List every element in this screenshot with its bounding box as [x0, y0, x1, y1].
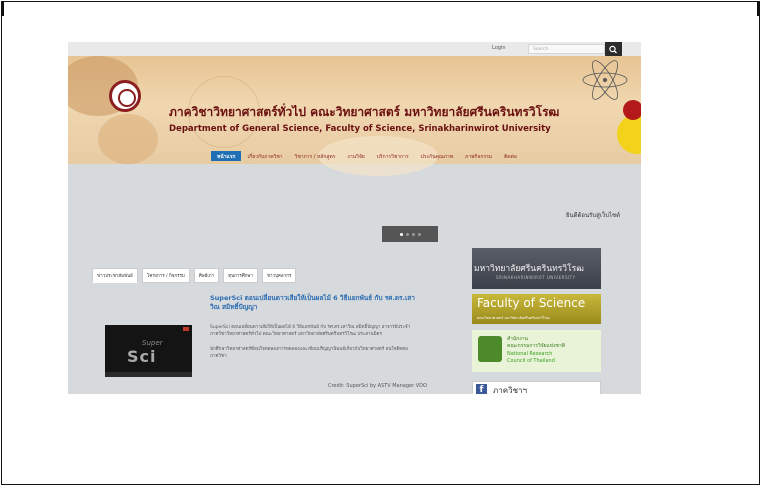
slider-dot[interactable]: [417, 232, 421, 236]
website-screenshot: Login Search ภาควิชาวิทยาศาสตร์ทั่วไป คณ…: [68, 42, 641, 394]
video-thumbnail[interactable]: Super Sci: [105, 325, 192, 377]
login-link[interactable]: Login: [492, 45, 506, 51]
main-navigation: หน้าแรก เกี่ยวกับภาควิชา วิชาการ / หลักส…: [211, 151, 523, 161]
university-logo[interactable]: [109, 80, 141, 112]
video-logo-sci: Sci: [127, 347, 157, 366]
news-headline[interactable]: SuperSci ตอนเปลี่ยนดาวเสียให้เป็นผลไม้ 6…: [210, 294, 415, 312]
nrct-english-line2: Council of Thailand: [507, 358, 555, 364]
nav-item-services[interactable]: บริการวิชาการ: [371, 151, 415, 161]
site-title-thai: ภาควิชาวิทยาศาสตร์ทั่วไป คณะวิทยาศาสตร์ …: [169, 105, 560, 119]
nav-item-research[interactable]: งานวิจัย: [341, 151, 370, 161]
nav-item-home[interactable]: หน้าแรก: [211, 151, 242, 161]
welcome-text: ยินดีต้อนรับสู่เว็บไซต์: [566, 212, 621, 219]
nav-item-academic[interactable]: วิชาการ / หลักสูตร: [289, 151, 342, 161]
decorative-flower: [617, 114, 641, 154]
faculty-of-science-banner[interactable]: Faculty of Science คณะวิทยาศาสตร์ มหาวิท…: [472, 294, 601, 324]
fos-banner-english: Faculty of Science: [477, 296, 586, 310]
facebook-widget[interactable]: f ภาควิชาฯ: [472, 381, 601, 394]
nrct-thai-line2: คณะกรรมการวิจัยแห่งชาติ: [507, 343, 565, 349]
nav-item-about[interactable]: เกี่ยวกับภาควิชา: [241, 151, 288, 161]
swu-banner[interactable]: มหาวิทยาลัยศรีนครินทรวิโรฒ SRINAKHARINWI…: [472, 248, 601, 289]
atom-icon: [582, 60, 628, 100]
tab-news[interactable]: ข่าวประชาสัมพันธ์: [92, 268, 138, 283]
frame-right-tick: [757, 2, 759, 16]
decorative-flower-accent: [623, 100, 641, 120]
search-input[interactable]: Search: [528, 44, 605, 54]
logo-emblem: [118, 89, 136, 107]
swu-banner-thai: มหาวิทยาลัยศรีนครินทรวิโรฒ: [474, 264, 584, 274]
nav-item-contact[interactable]: ติดต่อ: [498, 151, 523, 161]
tab-staff-news[interactable]: ข่าวบุคลากร: [261, 268, 297, 283]
video-logo-super: Super: [142, 339, 163, 347]
facebook-page-name: ภาควิชาฯ: [493, 386, 528, 394]
slider-dot[interactable]: [399, 232, 403, 236]
tab-alumni[interactable]: ศิษย์เก่า: [193, 268, 220, 283]
slider-dot[interactable]: [405, 232, 409, 236]
slider-pagination: [382, 226, 438, 242]
video-controls-bar[interactable]: [105, 372, 192, 377]
video-badge: [183, 327, 189, 331]
nav-item-quality[interactable]: ประกันคุณภาพ: [415, 151, 459, 161]
fos-banner-thai: คณะวิทยาศาสตร์ มหาวิทยาลัยศรีนครินทรวิโร…: [477, 316, 550, 320]
slider-dot[interactable]: [411, 232, 415, 236]
site-title-english: Department of General Science, Faculty o…: [169, 124, 551, 134]
frame-left-tick: [2, 2, 4, 16]
news-tabs: ข่าวประชาสัมพันธ์ โครงการ / กิจกรรม ศิษย…: [92, 268, 297, 283]
decorative-petal: [98, 114, 158, 164]
tab-projects[interactable]: โครงการ / กิจกรรม: [141, 268, 190, 283]
news-paragraph: SuperSci ตอนเปลี่ยนดาวเสียให้เป็นผลไม้ 6…: [210, 325, 411, 337]
tab-scholarships[interactable]: ทุนการศึกษา: [223, 268, 258, 283]
header-banner: ภาควิชาวิทยาศาสตร์ทั่วไป คณะวิทยาศาสตร์ …: [68, 56, 641, 176]
nrct-english-line1: National Research: [507, 351, 553, 357]
nrct-banner[interactable]: สำนักงาน คณะกรรมการวิจัยแห่งชาติ Nationa…: [472, 330, 601, 372]
nav-item-gallery[interactable]: ภาพกิจกรรม: [459, 151, 498, 161]
news-paragraph: นักศึกษาวิทยาศาสตร์ที่สนใจทดลองการทดลองแ…: [210, 347, 408, 359]
swu-banner-english: SRINAKHARINWIROT UNIVERSITY: [496, 275, 576, 280]
nrct-logo-icon: [478, 336, 502, 362]
search-icon: [609, 45, 617, 54]
facebook-icon: f: [476, 384, 487, 394]
top-bar: Login Search: [68, 42, 641, 56]
search-button[interactable]: [605, 42, 622, 56]
video-credit: Credit: SuperSci by ASTV Manager VDO: [328, 383, 427, 389]
